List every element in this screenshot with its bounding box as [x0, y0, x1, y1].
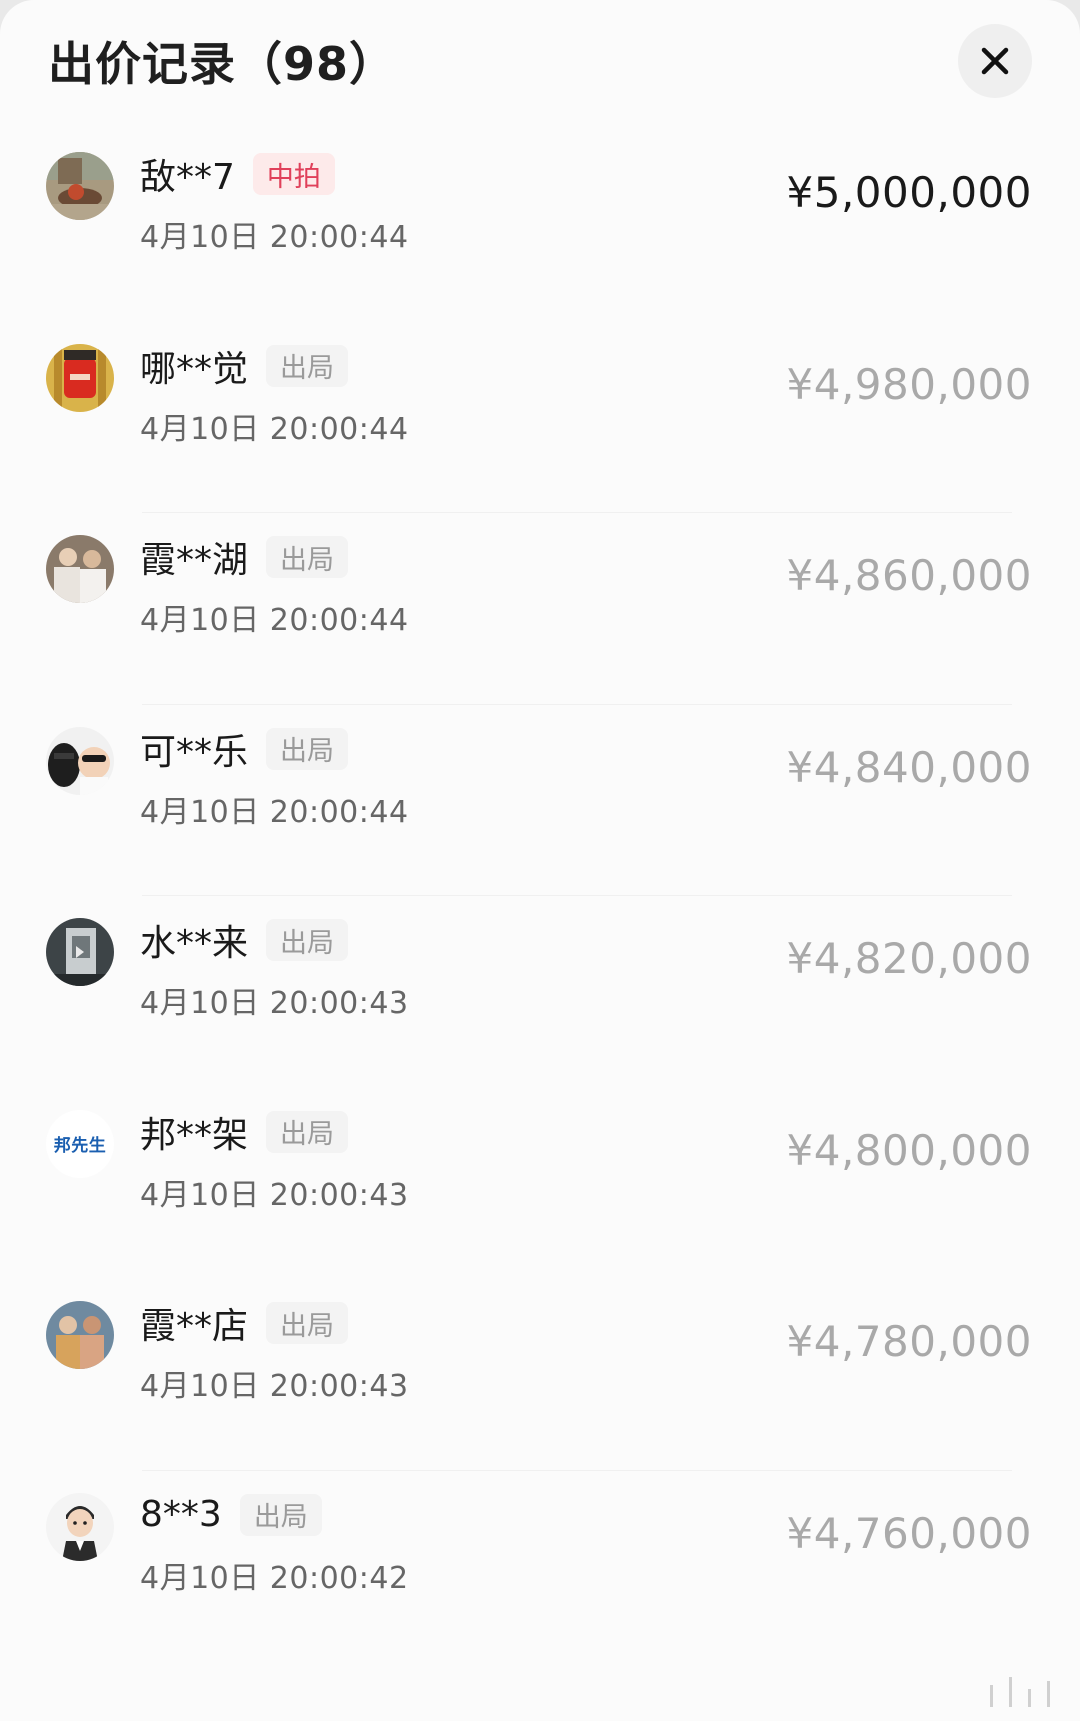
bid-time: 4月10日 20:00:44	[140, 603, 409, 638]
bid-time: 4月10日 20:00:42	[140, 1560, 409, 1596]
avatar-logo-text: 邦先生	[53, 1136, 107, 1156]
bidder-name: 哪**觉	[140, 348, 249, 390]
bid-row[interactable]: 霞**店 出局 4月10日 20:00:43 ¥4,780,000	[0, 1279, 1080, 1471]
bid-price: ¥4,860,000	[786, 551, 1032, 600]
bidder-name: 8**3	[140, 1494, 222, 1535]
bidder-name-line: 霞**湖 出局	[140, 533, 349, 581]
out-badge: 出局	[266, 727, 349, 770]
close-button[interactable]	[958, 24, 1032, 98]
page-title: 出价记录（98）	[48, 37, 397, 91]
avatar	[46, 1301, 114, 1369]
out-badge: 出局	[239, 1493, 322, 1536]
avatar	[46, 726, 114, 795]
bidder-name: 霞**店	[140, 1306, 249, 1347]
bid-price: ¥5,000,000	[786, 168, 1032, 217]
bid-price: ¥4,760,000	[786, 1508, 1032, 1558]
bidder-name-line: 哪**觉 出局	[140, 342, 349, 390]
bid-price: ¥4,820,000	[786, 934, 1032, 983]
avatar	[46, 1492, 114, 1561]
avatar	[46, 152, 114, 220]
bid-row[interactable]: 邦先生 邦**架 出局 4月10日 20:00:43 ¥4,800,000	[0, 1088, 1080, 1280]
out-badge: 出局	[266, 1110, 349, 1153]
bid-time: 4月10日 20:00:43	[140, 986, 409, 1021]
bid-price: ¥4,980,000	[786, 359, 1032, 409]
out-badge: 出局	[266, 536, 349, 578]
bid-time: 4月10日 20:00:44	[140, 411, 409, 447]
bid-time: 4月10日 20:00:44	[140, 220, 409, 255]
bidder-name: 水**来	[140, 923, 249, 964]
bidder-name-line: 水**来 出局	[140, 916, 349, 964]
bidder-name-line: 8**3 出局	[140, 1491, 322, 1539]
bid-row[interactable]: 哪**觉 出局 4月10日 20:00:44 ¥4,980,000	[0, 322, 1080, 513]
winner-badge: 中拍	[252, 153, 335, 195]
bidder-name: 霞**湖	[140, 540, 249, 581]
bidder-name: 邦**架	[140, 1114, 249, 1156]
bid-row[interactable]: 敌**7 中拍 4月10日 20:00:44 ¥5,000,000	[0, 130, 1080, 322]
out-badge: 出局	[266, 344, 349, 387]
close-icon	[981, 47, 1009, 75]
bidder-name: 可**乐	[140, 731, 249, 773]
bid-price: ¥4,840,000	[786, 742, 1032, 792]
bid-price: ¥4,780,000	[786, 1317, 1032, 1366]
bidder-name-line: 霞**店 出局	[140, 1299, 349, 1347]
bid-row[interactable]: 水**来 出局 4月10日 20:00:43 ¥4,820,000	[0, 896, 1080, 1088]
bid-list: 敌**7 中拍 4月10日 20:00:44 ¥5,000,000 哪**觉 出…	[0, 130, 1080, 1662]
bidder-name-line: 邦**架 出局	[140, 1108, 349, 1156]
bid-price: ¥4,800,000	[786, 1125, 1032, 1175]
avatar	[46, 918, 114, 986]
bid-history-sheet: 出价记录（98） 敌**7 中拍 4月10日 20:00:44 ¥5,000,0…	[0, 0, 1080, 1721]
avatar	[46, 343, 114, 412]
bid-row[interactable]: 霞**湖 出局 4月10日 20:00:44 ¥4,860,000	[0, 513, 1080, 705]
bid-row[interactable]: 8**3 出局 4月10日 20:00:42 ¥4,760,000	[0, 1471, 1080, 1663]
bid-time: 4月10日 20:00:44	[140, 794, 409, 830]
bid-time: 4月10日 20:00:43	[140, 1369, 409, 1404]
bid-row[interactable]: 可**乐 出局 4月10日 20:00:44 ¥4,840,000	[0, 705, 1080, 896]
watermark-marks	[990, 1677, 1050, 1707]
bid-time: 4月10日 20:00:43	[140, 1177, 409, 1213]
out-badge: 出局	[266, 919, 349, 961]
bidder-name: 敌**7	[140, 157, 235, 198]
bidder-name-line: 可**乐 出局	[140, 725, 349, 773]
avatar	[46, 535, 114, 603]
out-badge: 出局	[266, 1302, 349, 1344]
avatar: 邦先生	[46, 1109, 114, 1178]
bidder-name-line: 敌**7 中拍	[140, 150, 335, 198]
